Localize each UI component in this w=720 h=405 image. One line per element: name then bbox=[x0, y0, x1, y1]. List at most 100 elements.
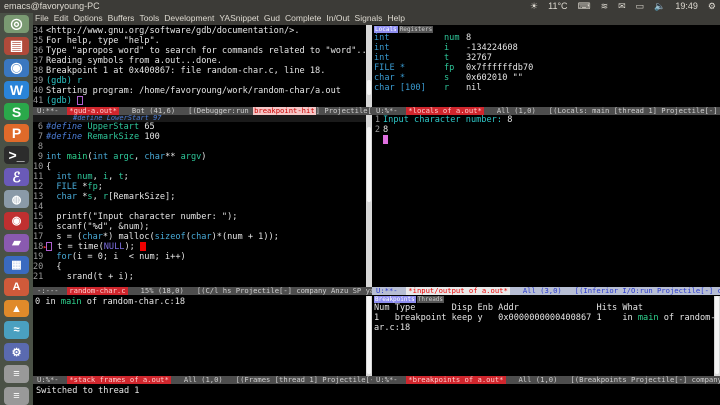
modeline-buffer-name[interactable]: *stack frames of a.out* bbox=[67, 376, 171, 384]
app-icon[interactable]: A bbox=[4, 277, 29, 296]
app-icon[interactable]: ◍ bbox=[4, 190, 29, 209]
line-number: 13 bbox=[33, 192, 44, 202]
code-line: 10{ bbox=[33, 162, 366, 172]
tab-locals[interactable]: Locals bbox=[374, 26, 398, 33]
frames-modeline[interactable]: U:%*- *stack frames of a.out* All (1,0) … bbox=[33, 376, 372, 384]
app-icon[interactable]: ▲ bbox=[4, 299, 29, 318]
local-value: 32767 bbox=[466, 53, 492, 63]
scrollbar[interactable] bbox=[714, 296, 720, 376]
chromium-icon[interactable]: ◉ bbox=[4, 58, 29, 77]
breakpoints-pane[interactable]: Num Type Disp Enb Addr Hits What 1 breakp… bbox=[374, 303, 714, 376]
modeline-buffer-name[interactable]: *locals of a.out* bbox=[406, 107, 484, 115]
menu-development[interactable]: Development bbox=[164, 13, 214, 25]
app-icon[interactable]: ⚙ bbox=[4, 343, 29, 362]
wps-spreadsheets-icon[interactable]: S bbox=[4, 102, 29, 121]
tab-threads[interactable]: Threads bbox=[416, 296, 445, 303]
weather-temp[interactable]: 11°C bbox=[548, 1, 567, 12]
modeline-buffer-name[interactable]: *breakpoints of a.out* bbox=[406, 376, 506, 384]
menu-complete[interactable]: Complete bbox=[285, 13, 321, 25]
wifi-icon[interactable]: ≋ bbox=[601, 1, 609, 12]
menu-yasnippet[interactable]: YASnippet bbox=[219, 13, 259, 25]
source-modeline[interactable]: -:--- random-char.c 15% (18,0) [(C/l hs … bbox=[33, 287, 372, 295]
breakpoint-row[interactable]: 1 breakpoint keep y 0x0000000000400867 1… bbox=[374, 313, 714, 323]
breakpoint-arrow-icon[interactable]: ▸ bbox=[43, 242, 47, 252]
line-number: 1 bbox=[374, 115, 380, 125]
menu-help[interactable]: Help bbox=[387, 13, 404, 25]
gdb-text: Starting program: /home/favoryoung/work/… bbox=[46, 86, 341, 96]
modeline-modes: [(Frames [thread 1] Projectile[-] compan… bbox=[235, 376, 372, 384]
gud-pane[interactable]: 34 <http://www.gnu.org/software/gdb/docum… bbox=[33, 25, 366, 107]
locals-row[interactable]: int t 32767 bbox=[374, 53, 714, 63]
gdb-text: (gdb) bbox=[46, 96, 78, 106]
source-pane[interactable]: #define LowerStart 97 6 #define UpperStart… bbox=[33, 115, 366, 287]
code-line: 15 printf("Input character number: "); bbox=[33, 212, 366, 222]
locals-row[interactable]: FILE * fp 0x7ffffffdb70 bbox=[374, 63, 714, 73]
stack-frames-pane[interactable]: 0 in main of random-char.c:18 bbox=[33, 296, 366, 376]
local-name: t bbox=[444, 53, 450, 63]
mail-icon[interactable]: ✉ bbox=[618, 1, 626, 12]
line-number: 12 bbox=[33, 182, 44, 192]
locals-modeline[interactable]: U:%*- *locals of a.out* All (1,0) [(Loca… bbox=[372, 107, 720, 115]
app-icon[interactable]: ≈ bbox=[4, 321, 29, 340]
io-text: Input character number: bbox=[383, 115, 508, 125]
menu-edit[interactable]: Edit bbox=[54, 13, 69, 25]
tab-breakpoints[interactable]: Breakpoints bbox=[374, 296, 416, 303]
files-icon[interactable]: ▤ bbox=[4, 36, 29, 55]
calculator-icon[interactable]: ▦ bbox=[4, 255, 29, 274]
locals-row[interactable]: char [100] r nil bbox=[374, 83, 714, 93]
gud-modeline[interactable]: U:**- *gud-a.out* Bot (41,6) [(Debugger:… bbox=[33, 107, 372, 115]
emacs-icon[interactable]: ℰ bbox=[4, 168, 29, 187]
code-token: NULL bbox=[103, 242, 125, 252]
weather-icon[interactable]: ☀ bbox=[530, 1, 538, 12]
gear-icon[interactable]: ⚙ bbox=[708, 1, 716, 12]
minibuffer[interactable]: Switched to thread 1 bbox=[33, 385, 720, 405]
breakpoints-modeline[interactable]: U:%*- *breakpoints of a.out* All (1,0) [… bbox=[372, 376, 720, 384]
modeline-buffer-name[interactable]: *input/output of a.out* bbox=[406, 287, 510, 295]
locals-row[interactable]: char * s 0x602010 "" bbox=[374, 73, 714, 83]
code-token: *) malloc( bbox=[102, 232, 155, 242]
code-token: #define bbox=[46, 132, 88, 142]
clock[interactable]: 19:49 bbox=[675, 1, 698, 12]
wps-presentation-icon[interactable]: P bbox=[4, 124, 29, 143]
battery-icon[interactable]: ▭ bbox=[636, 1, 645, 12]
modeline-buffer-name[interactable]: *gud-a.out* bbox=[67, 107, 119, 115]
menu-buffers[interactable]: Buffers bbox=[108, 13, 135, 25]
modeline-position: Bot (41,6) bbox=[131, 107, 176, 115]
line-number: 10 bbox=[33, 162, 44, 172]
window-title: emacs@favoryoung-PC bbox=[4, 1, 100, 11]
menu-gud[interactable]: Gud bbox=[264, 13, 280, 25]
locals-pane[interactable]: int num 8 int i -134224608 int t 32767 FILE * fp 0x… bbox=[374, 33, 714, 107]
menu-file[interactable]: File bbox=[35, 13, 49, 25]
menu-inout[interactable]: In/Out bbox=[326, 13, 349, 25]
app-icon[interactable]: ≡ bbox=[4, 387, 29, 405]
scrollbar[interactable] bbox=[366, 296, 372, 376]
app-icon[interactable]: ◉ bbox=[4, 212, 29, 230]
tab-registers[interactable]: Registers bbox=[398, 26, 434, 33]
menu-signals[interactable]: Signals bbox=[355, 13, 383, 25]
volume-icon[interactable]: 🔈 bbox=[654, 1, 665, 12]
io-modeline[interactable]: U:**- *input/output of a.out* All (3,0) … bbox=[372, 287, 720, 295]
tab-bar: Locals Registers bbox=[374, 26, 434, 33]
code-line: 14 bbox=[33, 202, 366, 212]
line-number: 39 bbox=[33, 76, 44, 86]
menu-options[interactable]: Options bbox=[73, 13, 102, 25]
frame-row[interactable]: 0 in main of random-char.c:18 bbox=[33, 297, 366, 307]
locals-row[interactable]: int i -134224608 bbox=[374, 43, 714, 53]
menu-tools[interactable]: Tools bbox=[139, 13, 159, 25]
scrollbar[interactable] bbox=[366, 115, 372, 287]
modeline-buffer-name[interactable]: random-char.c bbox=[67, 287, 128, 295]
line-number: 37 bbox=[33, 56, 44, 66]
io-pane[interactable]: 1 Input character number: 828 bbox=[374, 115, 720, 287]
app-icon[interactable]: ▰ bbox=[4, 233, 29, 252]
code-token: ; bbox=[97, 182, 103, 192]
locals-row[interactable]: int num 8 bbox=[374, 33, 714, 43]
keyboard-icon[interactable]: ⌨ bbox=[578, 1, 591, 12]
scrollbar[interactable] bbox=[366, 25, 372, 107]
line-number: 36 bbox=[33, 46, 44, 56]
ubuntu-icon[interactable]: ◎ bbox=[4, 15, 29, 33]
wps-writer-icon[interactable]: W bbox=[4, 80, 29, 99]
app-icon[interactable]: ≡ bbox=[4, 365, 29, 384]
code-token: argc bbox=[113, 152, 134, 162]
terminal-icon[interactable]: >_ bbox=[4, 146, 29, 165]
code-token: UpperStart bbox=[87, 122, 140, 132]
